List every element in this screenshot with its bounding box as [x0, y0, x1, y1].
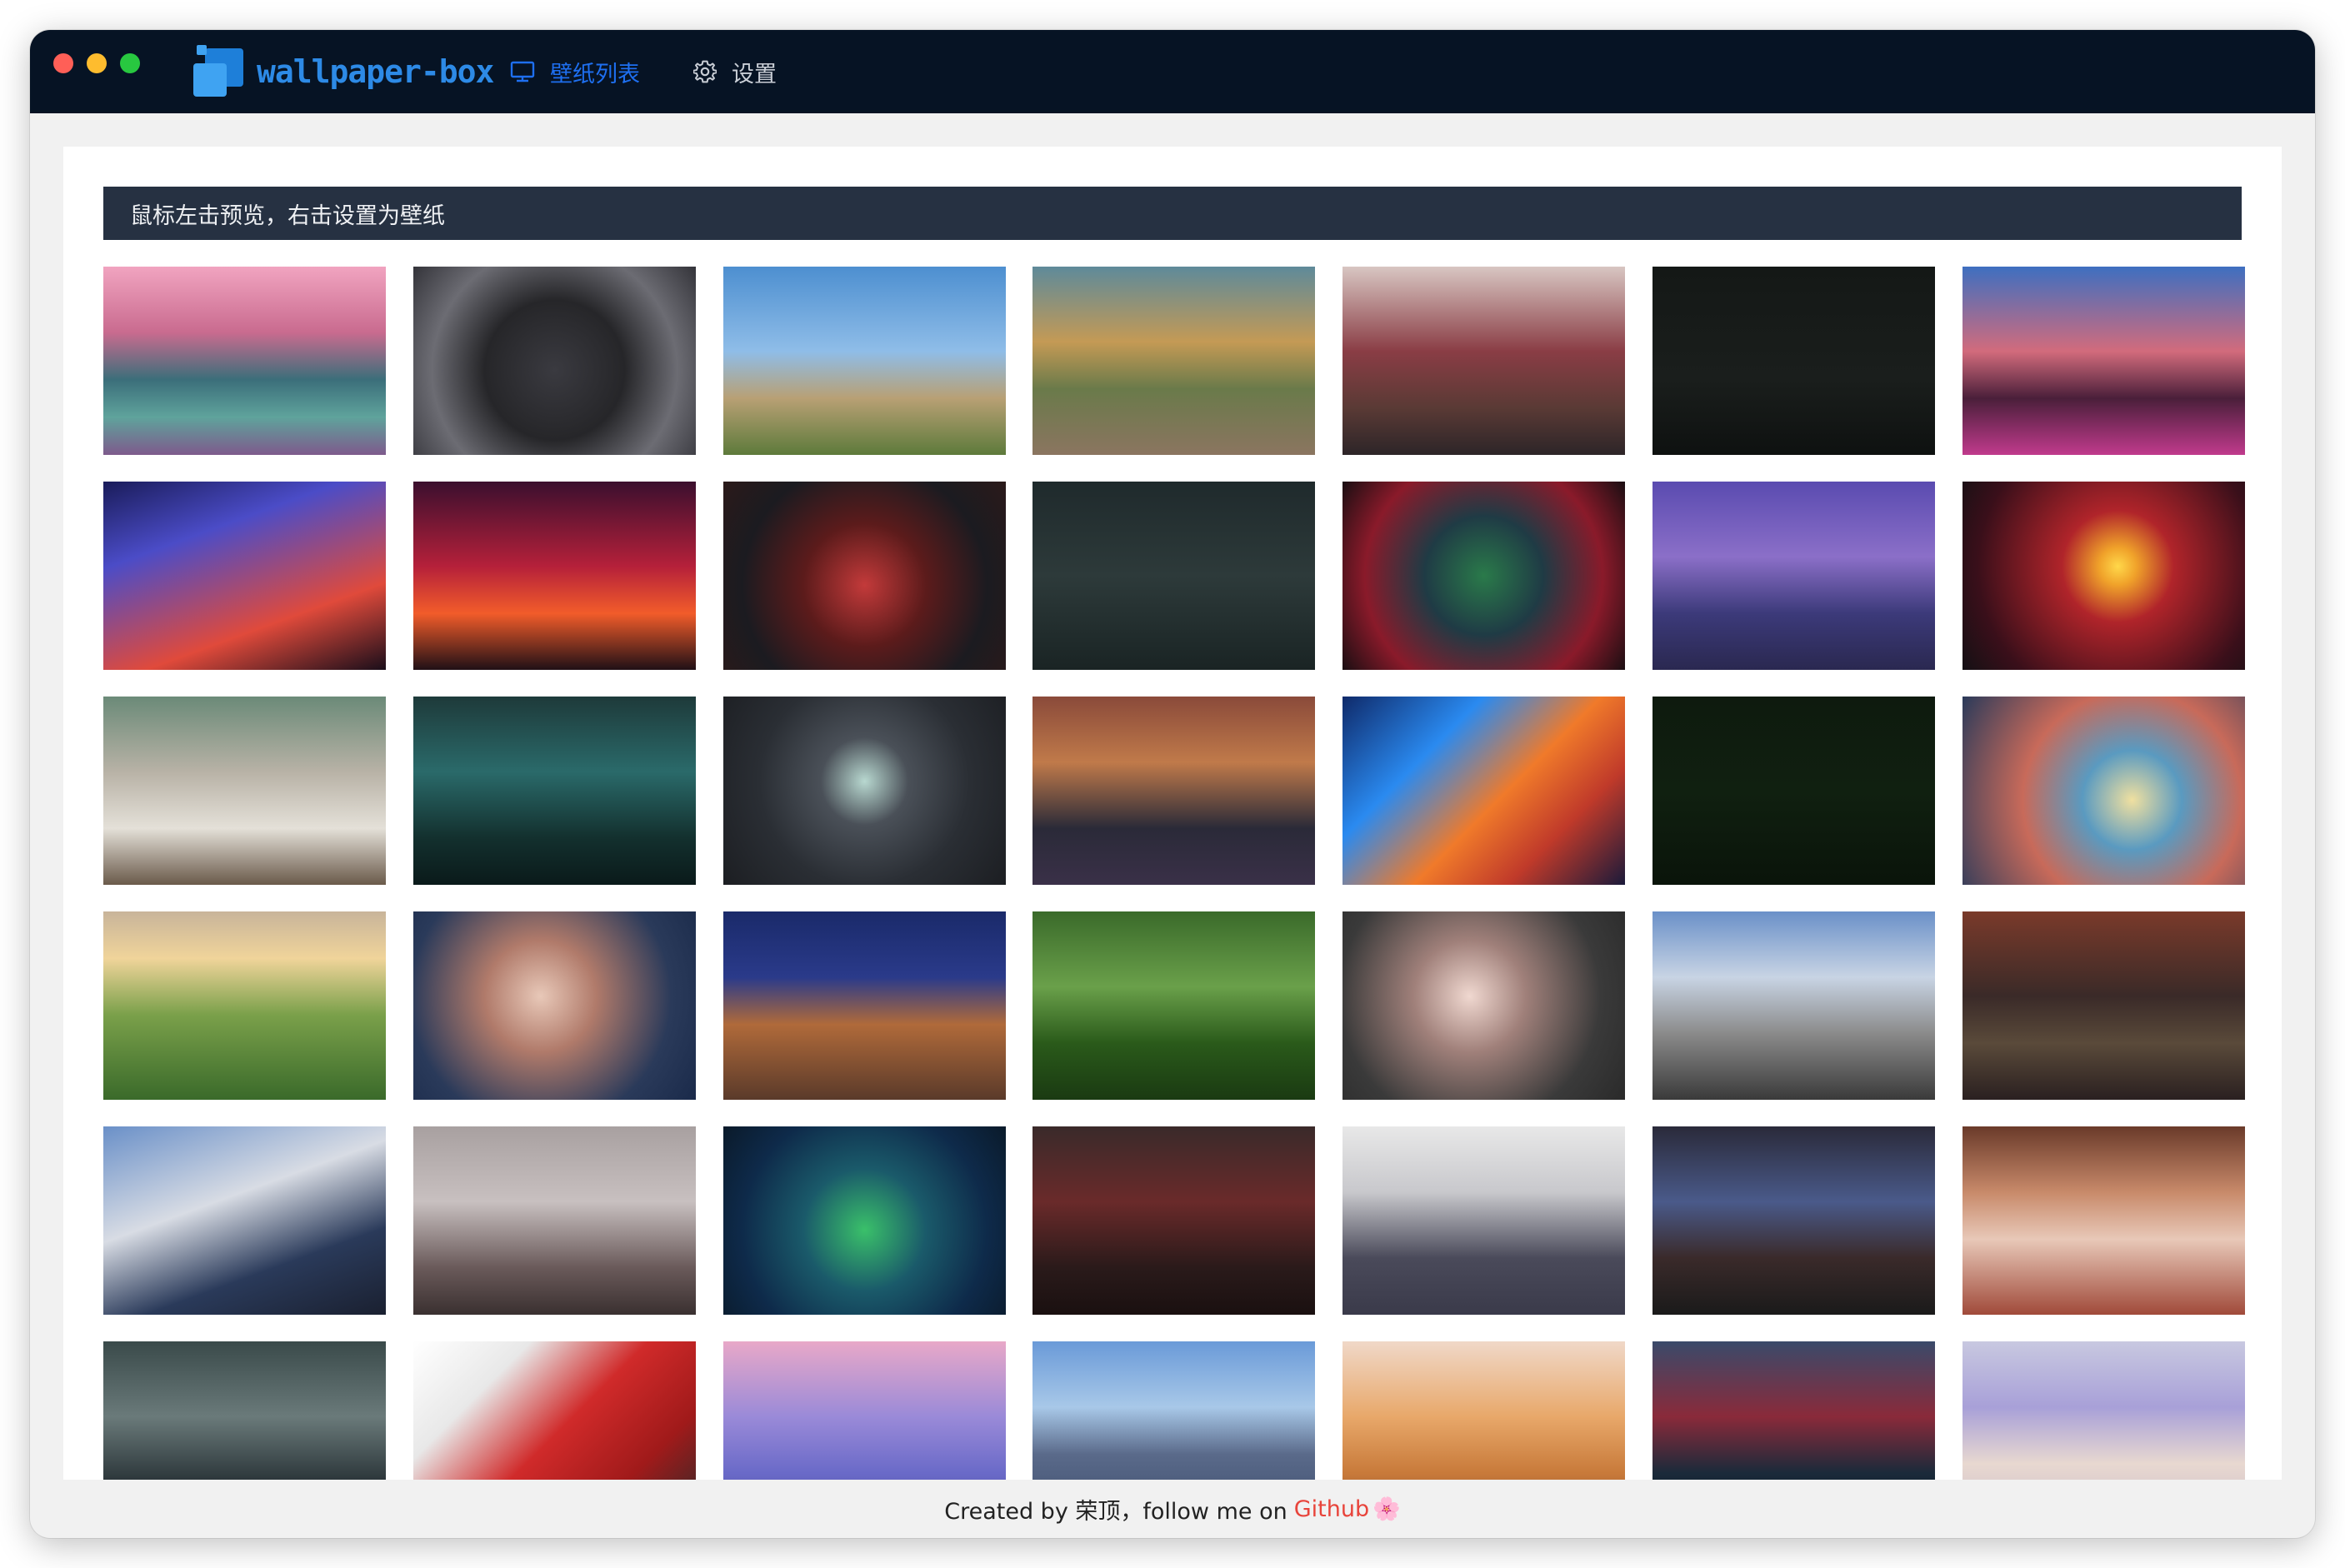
wallpaper-thumbnail[interactable] [722, 911, 1006, 1100]
wallpaper-thumbnail[interactable] [1342, 267, 1626, 455]
wallpaper-thumbnail[interactable] [1342, 1341, 1626, 1480]
github-link[interactable]: Github [1294, 1496, 1369, 1522]
wallpaper-thumbnail[interactable] [1652, 1126, 1935, 1315]
wallpaper-thumbnail[interactable] [1962, 267, 2245, 455]
monitor-icon [510, 61, 535, 82]
wallpaper-thumbnail[interactable] [1962, 482, 2245, 670]
gear-icon [693, 60, 717, 83]
wallpaper-thumbnail[interactable] [1652, 697, 1935, 885]
wallpaper-thumbnail[interactable] [1962, 697, 2245, 885]
wallpaper-thumbnail[interactable] [1342, 697, 1626, 885]
wallpaper-thumbnail[interactable] [1032, 697, 1316, 885]
usage-hint-text: 鼠标左击预览，右击设置为壁纸 [130, 202, 445, 229]
wallpaper-panel: 鼠标左击预览，右击设置为壁纸 [63, 147, 2282, 1480]
nav-wallpaper-list[interactable]: 壁纸列表 [510, 56, 640, 88]
logo-icon [193, 45, 247, 98]
wallpaper-thumbnail[interactable] [412, 697, 696, 885]
footer-credit: Created by 荣顶，follow me on [944, 1498, 1288, 1525]
wallpaper-thumbnail[interactable] [722, 482, 1006, 670]
wallpaper-grid [103, 267, 2245, 1480]
wallpaper-thumbnail[interactable] [412, 267, 696, 455]
wallpaper-thumbnail[interactable] [103, 911, 386, 1100]
wallpaper-thumbnail[interactable] [1032, 482, 1316, 670]
main-nav: 壁纸列表 设置 [510, 30, 830, 113]
wallpaper-thumbnail[interactable] [412, 911, 696, 1100]
wallpaper-thumbnail[interactable] [412, 1126, 696, 1315]
close-window-button[interactable] [53, 53, 73, 73]
wallpaper-thumbnail[interactable] [1652, 1341, 1935, 1480]
wallpaper-thumbnail[interactable] [1652, 267, 1935, 455]
flower-emoji: 🌸 [1372, 1496, 1401, 1522]
nav-settings[interactable]: 设置 [693, 56, 777, 88]
wallpaper-thumbnail[interactable] [103, 1126, 386, 1315]
wallpaper-thumbnail[interactable] [1032, 911, 1316, 1100]
app-window: wallpaper-box 壁纸列表 设置 鼠标左击预览，右击设置为壁纸 Cre… [30, 30, 2315, 1538]
title-bar: wallpaper-box 壁纸列表 设置 [30, 30, 2315, 113]
usage-hint-bar: 鼠标左击预览，右击设置为壁纸 [103, 187, 2242, 240]
wallpaper-thumbnail[interactable] [722, 1341, 1006, 1480]
wallpaper-thumbnail[interactable] [1652, 482, 1935, 670]
wallpaper-thumbnail[interactable] [1962, 1126, 2245, 1315]
app-logo: wallpaper-box [193, 45, 494, 98]
nav-wallpaper-list-label: 壁纸列表 [550, 61, 640, 87]
wallpaper-thumbnail[interactable] [722, 1126, 1006, 1315]
wallpaper-thumbnail[interactable] [103, 697, 386, 885]
wallpaper-thumbnail[interactable] [1342, 911, 1626, 1100]
wallpaper-thumbnail[interactable] [1342, 482, 1626, 670]
wallpaper-thumbnail[interactable] [103, 482, 386, 670]
nav-settings-label: 设置 [732, 61, 777, 87]
app-name: wallpaper-box [257, 53, 494, 90]
wallpaper-thumbnail[interactable] [1652, 911, 1935, 1100]
wallpaper-thumbnail[interactable] [103, 1341, 386, 1480]
wallpaper-thumbnail[interactable] [722, 697, 1006, 885]
wallpaper-thumbnail[interactable] [412, 1341, 696, 1480]
wallpaper-thumbnail[interactable] [722, 267, 1006, 455]
wallpaper-thumbnail[interactable] [1962, 1341, 2245, 1480]
wallpaper-thumbnail[interactable] [103, 267, 386, 455]
wallpaper-thumbnail[interactable] [412, 482, 696, 670]
wallpaper-thumbnail[interactable] [1032, 1341, 1316, 1480]
wallpaper-thumbnail[interactable] [1342, 1126, 1626, 1315]
wallpaper-thumbnail[interactable] [1962, 911, 2245, 1100]
wallpaper-thumbnail[interactable] [1032, 267, 1316, 455]
minimize-window-button[interactable] [87, 53, 107, 73]
maximize-window-button[interactable] [120, 53, 140, 73]
footer: Created by 荣顶，follow me on Github 🌸 [30, 1480, 2315, 1538]
wallpaper-thumbnail[interactable] [1032, 1126, 1316, 1315]
